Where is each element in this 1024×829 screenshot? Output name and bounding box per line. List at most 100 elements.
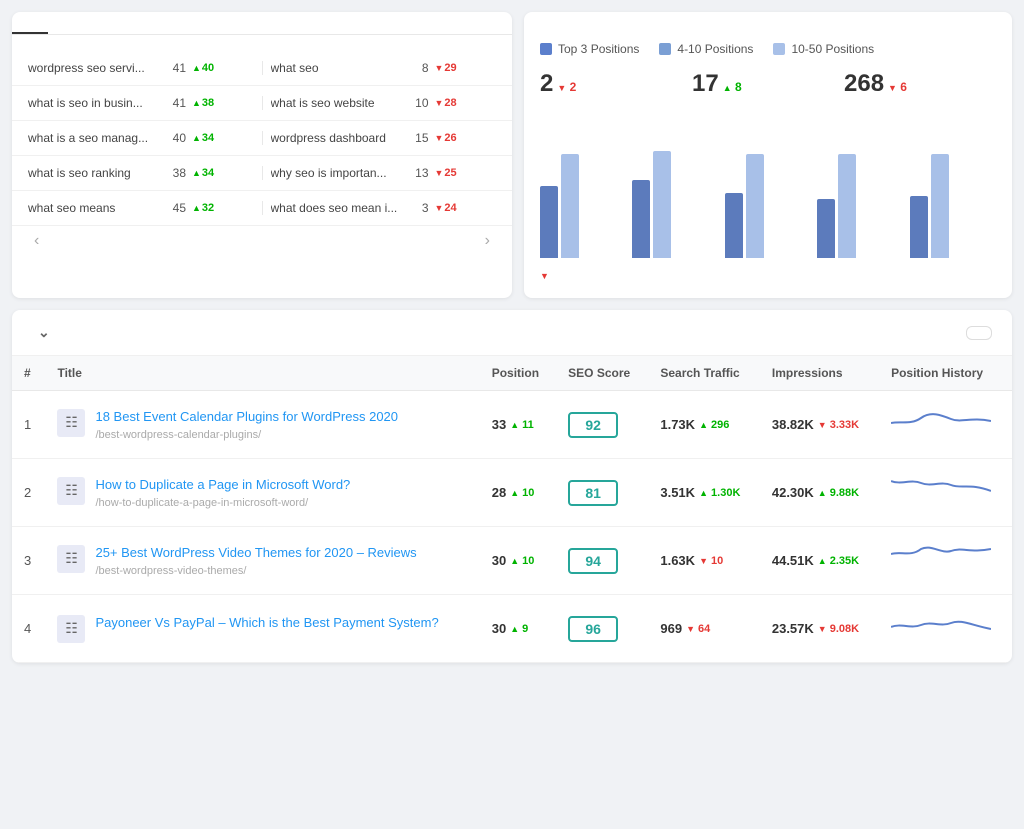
post-number-cell: 4 <box>12 595 45 663</box>
post-position-value: 28 <box>492 485 506 500</box>
count-value: 268 <box>844 70 884 97</box>
position-history-chart <box>891 539 991 579</box>
post-position-value: 30 <box>492 553 506 568</box>
losing-kw-cell: what seo 8 29 <box>271 61 497 75</box>
table-column-header: Position History <box>879 356 1012 391</box>
chart-bar-dark <box>817 199 835 258</box>
seo-score-badge: 92 <box>568 412 618 438</box>
winning-kw-name: wordpress seo servi... <box>28 61 158 75</box>
positions-legend: Top 3 Positions4-10 Positions10-50 Posit… <box>540 42 996 56</box>
winning-kw-name: what is seo ranking <box>28 166 158 180</box>
post-traffic-cell: 3.51K 1.30K <box>648 459 760 527</box>
post-url: /best-wordpress-video-themes/ <box>95 565 246 577</box>
post-number: 4 <box>24 621 31 636</box>
legend-dot <box>773 43 785 55</box>
table-column-header: # <box>12 356 45 391</box>
kw-divider <box>262 61 263 75</box>
more-options-button[interactable] <box>966 326 992 340</box>
down-arrow-icon <box>435 202 444 214</box>
winning-kw-change: 40 <box>192 62 222 74</box>
traffic-change: 1.30K <box>699 487 740 499</box>
post-icon: ☷ <box>57 409 85 437</box>
chart-bar-dark <box>632 180 650 258</box>
avg-ctr-change <box>540 270 570 282</box>
post-title-link[interactable]: 18 Best Event Calendar Plugins for WordP… <box>95 409 398 424</box>
kw-divider <box>262 131 263 145</box>
posts-table: #TitlePositionSEO ScoreSearch TrafficImp… <box>12 356 1012 663</box>
scroll-right-arrow[interactable]: › <box>479 230 496 252</box>
post-history-cell <box>879 459 1012 527</box>
losing-kw-name: what does seo mean i... <box>271 201 401 215</box>
winning-kw-pos: 45 <box>164 201 186 215</box>
impressions-change: 3.33K <box>818 419 859 431</box>
kw-divider <box>262 166 263 180</box>
losing-kw-name: wordpress dashboard <box>271 131 401 145</box>
post-traffic-cell: 1.63K 10 <box>648 527 760 595</box>
tab-all-keywords[interactable] <box>12 12 48 34</box>
count-change: 8 <box>723 80 742 94</box>
avg-ctr-down-arrow <box>540 270 549 282</box>
post-title-text: How to Duplicate a Page in Microsoft Wor… <box>95 477 350 509</box>
post-history-cell <box>879 595 1012 663</box>
post-position-cell: 30 9 <box>480 595 556 663</box>
table-column-header: Search Traffic <box>648 356 760 391</box>
post-history-cell <box>879 391 1012 459</box>
down-arrow-icon <box>435 132 444 144</box>
position-change: 10 <box>510 487 534 499</box>
impressions-change: 9.08K <box>818 623 859 635</box>
up-arrow-icon <box>192 62 201 74</box>
impressions-value: 44.51K <box>772 553 814 568</box>
seo-score-badge: 96 <box>568 616 618 642</box>
scroll-left-arrow[interactable]: ‹ <box>28 230 45 252</box>
post-position-value: 30 <box>492 621 506 636</box>
chart-bar-dark <box>910 196 928 258</box>
post-position-value: 33 <box>492 417 506 432</box>
posts-title[interactable]: ⌄ <box>32 324 50 341</box>
losing-kw-change: 26 <box>435 132 465 144</box>
losing-kw-pos: 13 <box>407 166 429 180</box>
post-history-cell <box>879 527 1012 595</box>
seo-score-badge: 81 <box>568 480 618 506</box>
keywords-open-report <box>12 256 512 272</box>
chart-bar-light <box>561 154 579 258</box>
post-position-cell: 33 11 <box>480 391 556 459</box>
impressions-value: 23.57K <box>772 621 814 636</box>
table-row: 2 ☷ How to Duplicate a Page in Microsoft… <box>12 459 1012 527</box>
winning-kw-change: 34 <box>192 167 222 179</box>
bar-group <box>540 154 626 258</box>
winning-kw-change: 38 <box>192 97 222 109</box>
tab-tracked-keywords[interactable] <box>48 12 84 34</box>
post-title-link[interactable]: 25+ Best WordPress Video Themes for 2020… <box>95 545 416 560</box>
winning-kw-pos: 38 <box>164 166 186 180</box>
position-count: 268 6 <box>844 70 996 98</box>
legend-label: 10-50 Positions <box>791 42 874 56</box>
chart-bar-light <box>653 151 671 258</box>
post-title-link[interactable]: Payoneer Vs PayPal – Which is the Best P… <box>95 615 438 630</box>
losing-kw-pos: 8 <box>407 61 429 75</box>
post-number: 2 <box>24 485 31 500</box>
post-number-cell: 3 <box>12 527 45 595</box>
legend-label: 4-10 Positions <box>677 42 753 56</box>
post-seo-score-cell: 81 <box>556 459 648 527</box>
post-seo-score-cell: 96 <box>556 595 648 663</box>
position-change: 11 <box>510 419 534 431</box>
winning-kw-name: what seo means <box>28 201 158 215</box>
legend-item: 4-10 Positions <box>659 42 753 56</box>
losing-kw-pos: 10 <box>407 96 429 110</box>
position-history-chart <box>891 471 991 511</box>
losing-kw-name: what is seo website <box>271 96 401 110</box>
impressions-change: 2.35K <box>818 555 859 567</box>
losing-kw-name: why seo is importan... <box>271 166 401 180</box>
post-title-link[interactable]: How to Duplicate a Page in Microsoft Wor… <box>95 477 350 492</box>
table-column-header: Impressions <box>760 356 879 391</box>
legend-dot <box>659 43 671 55</box>
post-title-text: 25+ Best WordPress Video Themes for 2020… <box>95 545 416 577</box>
impressions-value: 38.82K <box>772 417 814 432</box>
keywords-panel: wordpress seo servi... 41 40 what seo 8 … <box>12 12 512 298</box>
position-change: 10 <box>510 555 534 567</box>
post-impressions-cell: 44.51K 2.35K <box>760 527 879 595</box>
losing-kw-name: what seo <box>271 61 401 75</box>
post-number-cell: 1 <box>12 391 45 459</box>
count-value: 17 <box>692 70 719 97</box>
winning-kw-pos: 41 <box>164 96 186 110</box>
